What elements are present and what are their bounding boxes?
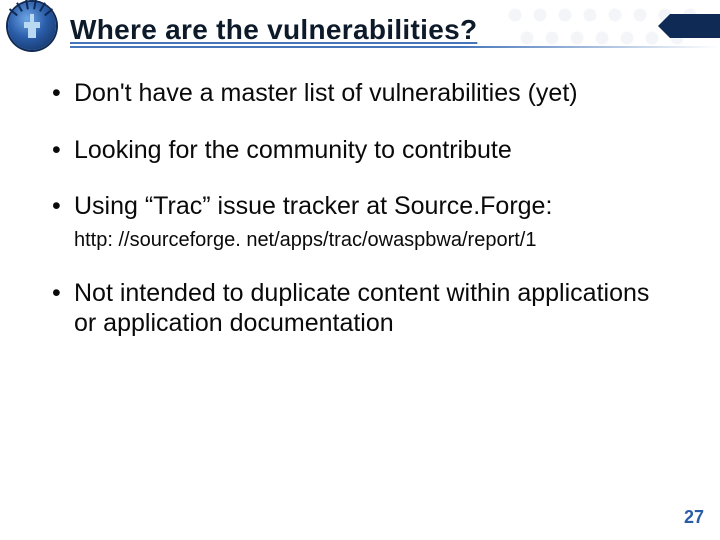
title-underline	[70, 46, 720, 48]
slide-body: Don't have a master list of vulnerabilit…	[0, 60, 720, 339]
bullet-item: Looking for the community to contribute	[48, 135, 670, 166]
title-bar: Where are the vulnerabilities?	[0, 0, 720, 60]
slide: Where are the vulnerabilities? Don't hav…	[0, 0, 720, 540]
bullet-sub-url: http: //sourceforge. net/apps/trac/owasp…	[74, 228, 670, 252]
owasp-logo-icon	[8, 2, 64, 58]
page-number: 27	[684, 507, 704, 528]
ribbon-icon	[670, 14, 720, 38]
bullet-item: Using “Trac” issue tracker at Source.For…	[48, 191, 670, 252]
bullet-text: Not intended to duplicate content within…	[74, 279, 649, 338]
bullet-item: Don't have a master list of vulnerabilit…	[48, 78, 670, 109]
bullet-text: Using “Trac” issue tracker at Source.For…	[74, 192, 552, 220]
bullet-item: Not intended to duplicate content within…	[48, 278, 670, 339]
slide-title: Where are the vulnerabilities?	[70, 14, 477, 46]
bullet-list: Don't have a master list of vulnerabilit…	[48, 78, 670, 339]
bullet-text: Looking for the community to contribute	[74, 136, 512, 164]
bullet-text: Don't have a master list of vulnerabilit…	[74, 79, 578, 107]
